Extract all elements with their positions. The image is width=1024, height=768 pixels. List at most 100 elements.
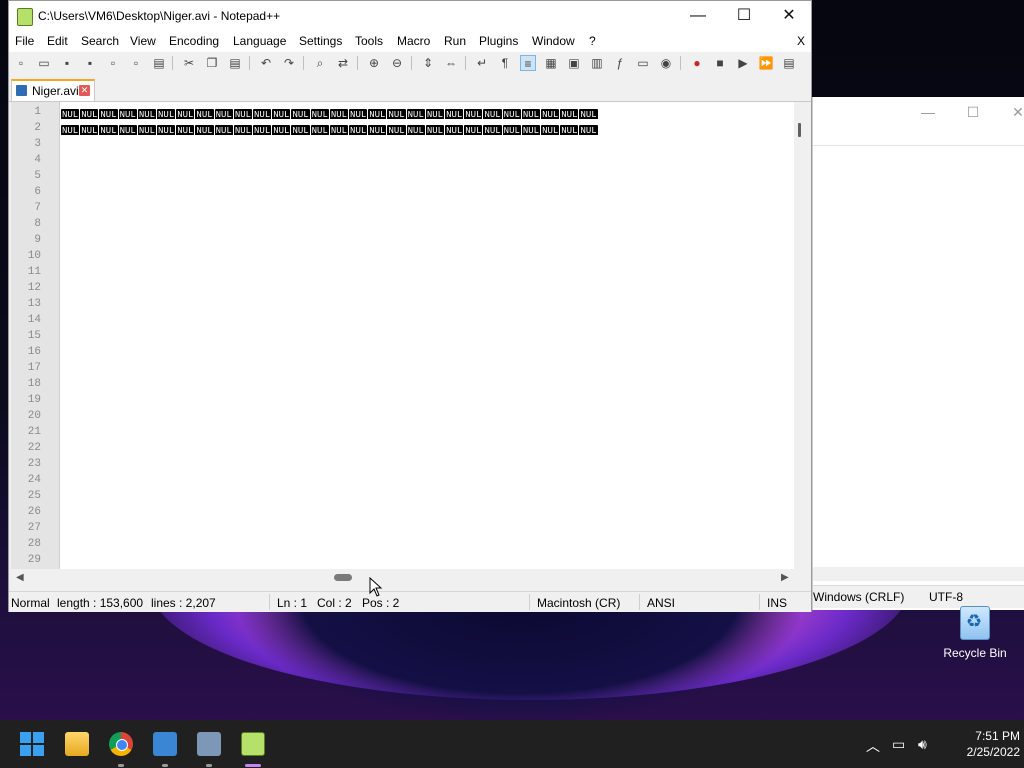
sync-vertical-icon[interactable]: ⇕ <box>420 55 436 71</box>
line-number: 13 <box>27 298 41 310</box>
menu-plugins[interactable]: Plugins <box>479 34 518 48</box>
running-indicator <box>206 764 212 767</box>
volume-icon[interactable]: 🔊︎ <box>918 736 927 753</box>
toolbar: ▫ ▭ ▪ ▪ ▫ ▫ ▤ ✂ ❐ ▤ ↶ ↷ ⌕ ⇄ ⊕ ⊖ ⇕ ⇔ ↵ ¶ … <box>9 52 811 74</box>
nul-character: NUL <box>157 125 176 135</box>
vertical-scrollbar[interactable] <box>794 102 808 569</box>
sync-horizontal-icon[interactable]: ⇔ <box>443 55 459 71</box>
menu-file[interactable]: File <box>15 34 34 48</box>
close-icon[interactable]: ✕ <box>79 85 90 96</box>
document-list-icon[interactable]: ▥ <box>589 55 605 71</box>
menu-edit[interactable]: Edit <box>47 34 68 48</box>
undo-icon[interactable]: ↶ <box>258 55 274 71</box>
app-icon[interactable] <box>197 732 221 756</box>
menu-encoding[interactable]: Encoding <box>169 34 219 48</box>
scroll-right-icon[interactable]: ▶ <box>781 572 789 583</box>
close-all-icon[interactable]: ▫ <box>128 55 144 71</box>
background-window-titlebar[interactable]: — ☐ ✕ <box>813 97 1024 146</box>
line-number: 1 <box>34 106 41 118</box>
nul-character: NUL <box>406 125 425 135</box>
stop-recording-icon[interactable]: ■ <box>712 55 728 71</box>
copy-icon[interactable]: ❐ <box>204 55 220 71</box>
word-wrap-icon[interactable]: ↵ <box>474 55 490 71</box>
minimize-icon[interactable]: — <box>913 101 943 123</box>
paste-icon[interactable]: ▤ <box>227 55 243 71</box>
print-icon[interactable]: ▤ <box>151 55 167 71</box>
code-line[interactable]: NUL NUL NUL NUL NUL NUL NUL NUL NUL NUL NUL NUL NUL N… <box>61 106 793 119</box>
playback-icon[interactable]: ▶ <box>735 55 751 71</box>
editor-area[interactable]: 1 2 3 4 5 6 7 8 9 10 11 12 13 14 15 16 17 18 19 20 21 22 23 24 2… <box>11 102 808 569</box>
nul-character: NUL <box>253 109 272 119</box>
replace-icon[interactable]: ⇄ <box>335 55 351 71</box>
file-explorer-icon[interactable] <box>65 732 89 756</box>
status-encoding: ANSI <box>647 596 676 610</box>
horizontal-scrollbar[interactable]: ◀ ▶ <box>11 570 808 586</box>
menu-window[interactable]: Window <box>532 34 575 48</box>
status-divider <box>529 594 530 610</box>
save-macro-icon[interactable]: ▤ <box>781 55 797 71</box>
maximize-button[interactable]: ☐ <box>721 1 767 32</box>
nul-character: NUL <box>137 125 157 135</box>
function-list-icon[interactable]: ƒ <box>612 55 628 71</box>
menu-settings[interactable]: Settings <box>299 34 342 48</box>
toolbar-separator <box>357 56 358 70</box>
save-icon[interactable]: ▪ <box>59 55 75 71</box>
scroll-left-icon[interactable]: ◀ <box>16 572 24 583</box>
vertical-scroll-thumb[interactable] <box>798 123 801 137</box>
menu-macro[interactable]: Macro <box>397 34 430 48</box>
code-line[interactable]: NUL NUL NUL NUL NUL NUL NUL NUL NUL NUL NUL NUL NUL N… <box>61 122 793 135</box>
line-number: 21 <box>27 426 41 438</box>
show-all-characters-icon[interactable]: ¶ <box>497 55 513 71</box>
recycle-bin-shortcut[interactable]: Recycle Bin <box>938 606 1012 660</box>
menu-run[interactable]: Run <box>444 34 466 48</box>
tab-label: Niger.avi <box>32 84 79 98</box>
network-icon[interactable]: ▭ <box>892 736 905 753</box>
menu-search[interactable]: Search <box>81 34 119 48</box>
find-icon[interactable]: ⌕ <box>312 55 328 71</box>
horizontal-scroll-thumb[interactable] <box>334 574 352 581</box>
new-file-icon[interactable]: ▫ <box>13 55 29 71</box>
menu-tools[interactable]: Tools <box>355 34 383 48</box>
nul-character: NUL <box>80 109 99 119</box>
tab-niger-avi[interactable]: Niger.avi ✕ <box>11 79 95 101</box>
notepadpp-icon[interactable] <box>241 732 265 756</box>
status-mode: Normal <box>11 596 50 610</box>
status-bar: Normal length : 153,600 lines : 2,207 Ln… <box>9 591 811 612</box>
clock[interactable]: 7:51 PM 2/25/2022 <box>940 728 1020 760</box>
start-icon[interactable] <box>20 732 44 756</box>
indent-guide-icon[interactable]: ≡ <box>520 55 536 71</box>
nul-character: NUL <box>502 109 521 119</box>
run-multiple-icon[interactable]: ⏩ <box>758 55 774 71</box>
cut-icon[interactable]: ✂ <box>181 55 197 71</box>
nul-character: NUL <box>80 125 99 135</box>
maximize-icon[interactable]: ☐ <box>958 101 988 123</box>
zoom-out-icon[interactable]: ⊖ <box>389 55 405 71</box>
background-window-hscrollbar[interactable] <box>813 567 1024 581</box>
close-button[interactable]: ✕ <box>766 1 812 32</box>
nul-character: NUL <box>176 109 195 119</box>
titlebar[interactable]: C:\Users\VM6\Desktop\Niger.avi - Notepad… <box>9 1 811 32</box>
record-macro-icon[interactable]: ● <box>689 55 705 71</box>
close-document-button[interactable]: X <box>797 34 805 48</box>
window-title: C:\Users\VM6\Desktop\Niger.avi - Notepad… <box>38 9 281 23</box>
background-window[interactable]: — ☐ ✕ Windows (CRLF) UTF-8 <box>812 97 1024 610</box>
show-hidden-icons-icon[interactable]: ︿ <box>866 736 880 756</box>
menu-view[interactable]: View <box>130 34 156 48</box>
nul-character: NUL <box>291 109 310 119</box>
minimize-button[interactable]: — <box>675 1 721 32</box>
redo-icon[interactable]: ↷ <box>281 55 297 71</box>
menu-language[interactable]: Language <box>233 34 286 48</box>
zoom-in-icon[interactable]: ⊕ <box>366 55 382 71</box>
notepad-icon[interactable] <box>153 732 177 756</box>
user-language-icon[interactable]: ▦ <box>543 55 559 71</box>
folder-as-workspace-icon[interactable]: ▭ <box>635 55 651 71</box>
close-file-icon[interactable]: ▫ <box>105 55 121 71</box>
menu-help[interactable]: ? <box>589 34 596 48</box>
chrome-icon[interactable] <box>109 732 133 756</box>
document-map-icon[interactable]: ▣ <box>566 55 582 71</box>
save-all-icon[interactable]: ▪ <box>82 55 98 71</box>
open-file-icon[interactable]: ▭ <box>36 55 52 71</box>
close-icon[interactable]: ✕ <box>1003 101 1024 123</box>
notepadpp-window[interactable]: C:\Users\VM6\Desktop\Niger.avi - Notepad… <box>8 0 812 612</box>
monitoring-icon[interactable]: ◉ <box>658 55 674 71</box>
